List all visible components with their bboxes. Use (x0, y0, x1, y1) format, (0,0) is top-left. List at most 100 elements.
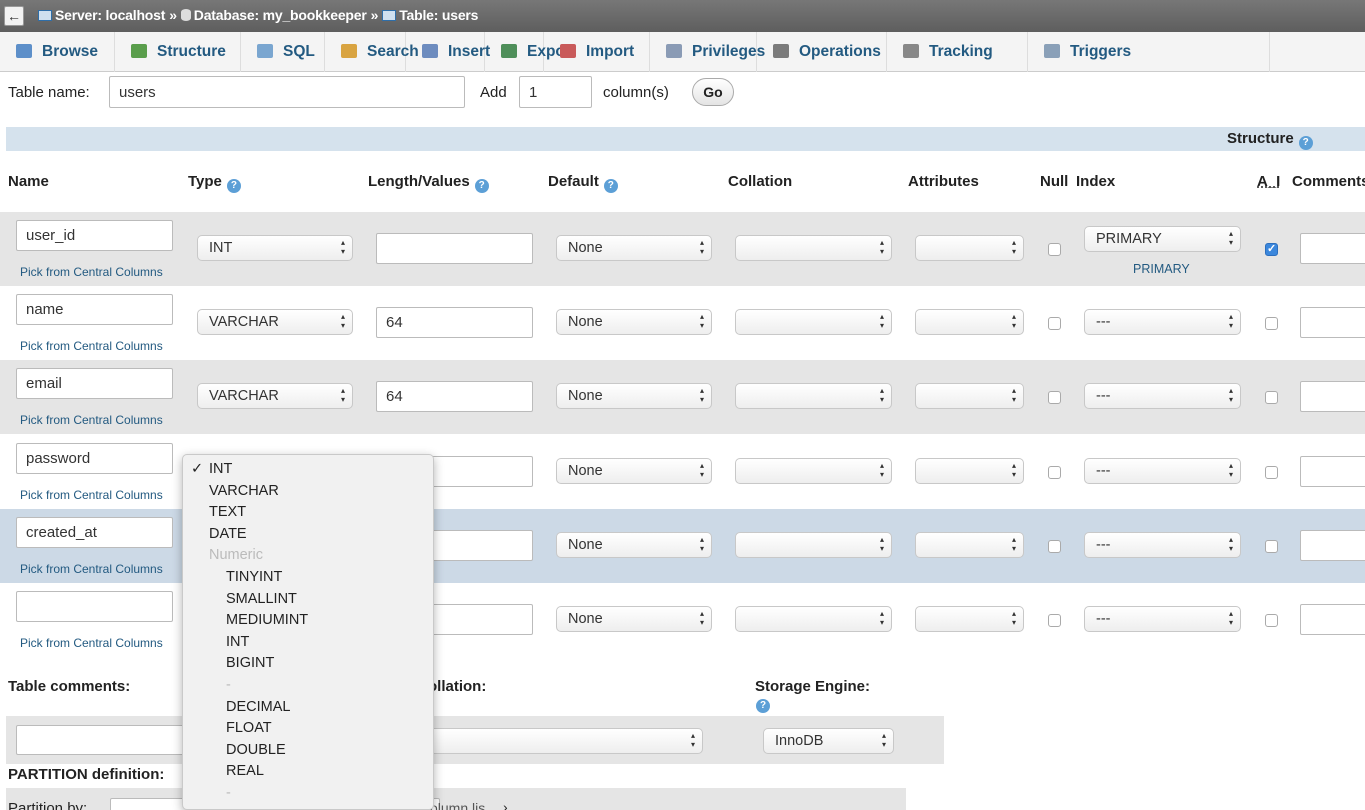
tab-tracking[interactable]: Tracking (887, 32, 1028, 72)
tab-search[interactable]: Search (325, 32, 419, 72)
menu-item-date[interactable]: DATE (209, 526, 247, 542)
column-attributes-select[interactable] (915, 235, 1024, 261)
column-comments-input[interactable] (1300, 456, 1365, 487)
menu-item-text[interactable]: TEXT (209, 504, 246, 520)
pick-central-columns-link[interactable]: Pick from Central Columns (20, 265, 163, 279)
pick-central-columns-link[interactable]: Pick from Central Columns (20, 562, 163, 576)
tab-import[interactable]: Import (544, 32, 650, 72)
menu-item-mediumint[interactable]: MEDIUMINT (226, 612, 308, 628)
null-checkbox[interactable] (1048, 317, 1061, 330)
pick-central-columns-link[interactable]: Pick from Central Columns (20, 636, 163, 650)
null-checkbox[interactable] (1048, 243, 1061, 256)
column-name-input[interactable] (16, 220, 173, 251)
menu-item-int[interactable]: INT (209, 461, 232, 477)
column-length-input[interactable] (376, 381, 533, 412)
column-attributes-select[interactable] (915, 309, 1024, 335)
column-comments-input[interactable] (1300, 307, 1365, 338)
tab-export[interactable]: Export (485, 32, 576, 72)
help-icon[interactable]: ? (603, 179, 618, 193)
column-name-input[interactable] (16, 517, 173, 548)
go-button[interactable]: Go (692, 78, 734, 106)
null-checkbox[interactable] (1048, 614, 1061, 627)
storage-engine-select[interactable]: InnoDB (763, 728, 894, 754)
column-index-select[interactable]: --- (1084, 606, 1241, 632)
column-collation-select[interactable] (735, 383, 892, 409)
column-name-input[interactable] (16, 368, 173, 399)
column-collation-select[interactable] (735, 235, 892, 261)
column-comments-input[interactable] (1300, 530, 1365, 561)
tab-insert[interactable]: Insert (406, 32, 490, 72)
column-default-select[interactable]: None (556, 235, 712, 261)
column-index-select[interactable]: --- (1084, 532, 1241, 558)
column-attributes-select[interactable] (915, 458, 1024, 484)
column-type-select[interactable]: INT (197, 235, 353, 261)
column-type-select[interactable]: VARCHAR (197, 383, 353, 409)
back-arrow-icon[interactable]: ← (4, 6, 24, 26)
null-checkbox[interactable] (1048, 540, 1061, 553)
help-icon[interactable]: ? (756, 699, 770, 713)
menu-item-int[interactable]: INT (226, 634, 249, 650)
tab-operations[interactable]: Operations (757, 32, 887, 72)
auto-increment-checkbox[interactable] (1265, 317, 1278, 330)
column-length-input[interactable] (376, 233, 533, 264)
pick-central-columns-link[interactable]: Pick from Central Columns (20, 488, 163, 502)
add-columns-input[interactable] (519, 76, 592, 108)
null-checkbox[interactable] (1048, 391, 1061, 404)
pick-central-columns-link[interactable]: Pick from Central Columns (20, 339, 163, 353)
column-default-select[interactable]: None (556, 309, 712, 335)
table-name-input[interactable] (109, 76, 465, 108)
column-comments-input[interactable] (1300, 381, 1365, 412)
column-attributes-select[interactable] (915, 383, 1024, 409)
menu-item-float[interactable]: FLOAT (226, 720, 272, 736)
help-icon[interactable]: ? (226, 179, 241, 193)
column-collation-select[interactable] (735, 606, 892, 632)
tab-triggers[interactable]: Triggers (1028, 32, 1270, 72)
pick-central-columns-link[interactable]: Pick from Central Columns (20, 413, 163, 427)
auto-increment-checkbox[interactable] (1265, 466, 1278, 479)
type-dropdown-menu[interactable]: INT ✓ VARCHAR TEXT DATE Numeric TINYINT SMALLIN… (182, 454, 434, 810)
auto-increment-checkbox[interactable] (1265, 614, 1278, 627)
column-type-select[interactable]: VARCHAR (197, 309, 353, 335)
menu-item-varchar[interactable]: VARCHAR (209, 483, 279, 499)
column-default-select[interactable]: None (556, 532, 712, 558)
column-attributes-select[interactable] (915, 532, 1024, 558)
column-default-select[interactable]: None (556, 383, 712, 409)
auto-increment-checkbox[interactable] (1265, 540, 1278, 553)
tab-privileges[interactable]: Privileges (650, 32, 765, 72)
column-name-input[interactable] (16, 591, 173, 622)
help-icon[interactable]: ? (474, 179, 489, 193)
breadcrumb-database[interactable]: Database: my_bookkeeper (194, 7, 367, 23)
column-name-input[interactable] (16, 443, 173, 474)
tab-sql[interactable]: SQL (241, 32, 325, 72)
column-collation-select[interactable] (735, 458, 892, 484)
column-index-select[interactable]: PRIMARY (1084, 226, 1241, 252)
column-index-select[interactable]: --- (1084, 383, 1241, 409)
breadcrumb-table[interactable]: Table: users (399, 7, 478, 23)
column-default-select[interactable]: None (556, 606, 712, 632)
help-icon[interactable]: ? (1298, 136, 1313, 150)
column-list-input[interactable]: olumn lis (430, 800, 485, 810)
column-collation-select[interactable] (735, 532, 892, 558)
tab-browse[interactable]: Browse (0, 32, 115, 72)
column-index-select[interactable]: --- (1084, 458, 1241, 484)
breadcrumb-server[interactable]: Server: localhost (55, 7, 165, 23)
table-collation-select[interactable] (420, 728, 703, 754)
auto-increment-checkbox[interactable] (1265, 242, 1278, 256)
menu-item-smallint[interactable]: SMALLINT (226, 591, 297, 607)
column-comments-input[interactable] (1300, 233, 1365, 264)
column-default-select[interactable]: None (556, 458, 712, 484)
menu-item-real[interactable]: REAL (226, 763, 264, 779)
menu-item-decimal[interactable]: DECIMAL (226, 699, 290, 715)
null-checkbox[interactable] (1048, 466, 1061, 479)
table-comments-input[interactable] (16, 725, 196, 755)
column-comments-input[interactable] (1300, 604, 1365, 635)
menu-item-tinyint[interactable]: TINYINT (226, 569, 282, 585)
auto-increment-checkbox[interactable] (1265, 391, 1278, 404)
menu-item-bigint[interactable]: BIGINT (226, 655, 274, 671)
column-length-input[interactable] (376, 307, 533, 338)
menu-item-double[interactable]: DOUBLE (226, 742, 286, 758)
tab-structure[interactable]: Structure (115, 32, 241, 72)
column-attributes-select[interactable] (915, 606, 1024, 632)
column-name-input[interactable] (16, 294, 173, 325)
column-collation-select[interactable] (735, 309, 892, 335)
